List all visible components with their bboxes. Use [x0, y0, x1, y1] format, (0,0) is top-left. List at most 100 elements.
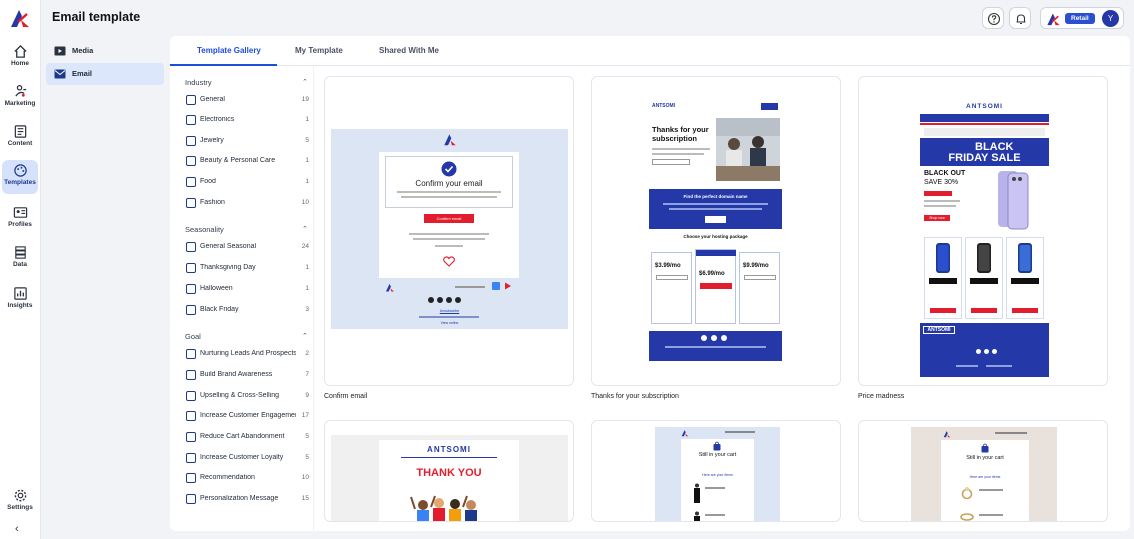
- preview-link: Unsubscribe: [439, 309, 460, 313]
- app-logo[interactable]: [9, 8, 31, 30]
- checkbox[interactable]: [186, 115, 196, 125]
- nav-content[interactable]: Content: [2, 121, 38, 155]
- template-card[interactable]: Confirm your email Confirm email Unsubsc…: [324, 76, 574, 386]
- account-badge: Retail: [1065, 13, 1095, 24]
- nav-home[interactable]: Home: [2, 41, 38, 75]
- filter-count: 1: [305, 157, 309, 164]
- template-preview: ANTSOMI BLACK FRIDAY SALE BLACK OUT SAVE…: [920, 101, 1049, 377]
- checkbox[interactable]: [186, 391, 196, 401]
- nav-label: Home: [10, 60, 30, 67]
- template-card[interactable]: Still in your cart Here are your items: [591, 420, 841, 522]
- checkbox[interactable]: [186, 432, 196, 442]
- filter-count: 1: [305, 285, 309, 292]
- checkbox[interactable]: [186, 284, 196, 294]
- filter-item[interactable]: General Seasonal 24: [186, 242, 309, 254]
- content-icon: [14, 125, 26, 138]
- nav-insights[interactable]: Insights: [2, 283, 38, 317]
- collapse-sidebar-button[interactable]: ‹: [15, 523, 19, 535]
- filter-item[interactable]: Beauty & Personal Care 1: [186, 156, 309, 168]
- filter-item[interactable]: Recommendation 10: [186, 473, 309, 485]
- filter-item[interactable]: Upselling & Cross-Selling 9: [186, 391, 309, 403]
- checkbox[interactable]: [186, 494, 196, 504]
- template-card[interactable]: ANTSOMI BLACK FRIDAY SALE BLACK OUT SAVE…: [858, 76, 1108, 386]
- filter-count: 9: [305, 392, 309, 399]
- preview-brand: ANTSOMI: [652, 103, 676, 109]
- subnav-media[interactable]: Media: [46, 40, 164, 62]
- filter-item[interactable]: Fashion 10: [186, 198, 309, 210]
- filter-item[interactable]: Increase Customer Engagement 17: [186, 411, 309, 423]
- template-preview: Still in your cart Here are your items: [655, 427, 780, 521]
- filter-item[interactable]: Personalization Message 15: [186, 494, 309, 506]
- preview-heading: Thanks for your subscription: [652, 125, 709, 143]
- filter-item[interactable]: Increase Customer Loyalty 5: [186, 453, 309, 465]
- checkbox[interactable]: [186, 305, 196, 315]
- filter-item[interactable]: Nurturing Leads And Prospects 2: [186, 349, 309, 361]
- active-tab-indicator: [170, 64, 277, 66]
- chevron-up-icon[interactable]: ⌃: [302, 78, 308, 86]
- shopping-bag-icon: [713, 441, 721, 451]
- checkbox[interactable]: [186, 136, 196, 146]
- nav-label: Data: [12, 261, 28, 268]
- avatar[interactable]: Y: [1102, 10, 1119, 27]
- brand-logo-icon: [1047, 13, 1060, 26]
- filter-count: 19: [301, 96, 309, 103]
- filter-section-goal: Goal: [185, 332, 201, 341]
- checkbox[interactable]: [186, 263, 196, 273]
- nav-data[interactable]: Data: [2, 242, 38, 276]
- ring-image: [961, 487, 973, 500]
- tab-template-gallery[interactable]: Template Gallery: [197, 46, 261, 55]
- notifications-button[interactable]: [1009, 7, 1031, 29]
- filter-name: Increase Customer Loyalty: [200, 454, 284, 461]
- nav-settings[interactable]: Settings: [2, 485, 38, 519]
- filter-item[interactable]: Thanksgiving Day 1: [186, 263, 309, 275]
- tab-my-template[interactable]: My Template: [295, 46, 343, 55]
- filter-count: 5: [305, 454, 309, 461]
- check-circle-icon: [441, 161, 457, 177]
- subnav-label: Email: [72, 69, 93, 78]
- filter-name: Nurturing Leads And Prospects: [200, 350, 296, 357]
- checkbox[interactable]: [186, 242, 196, 252]
- preview-price: $9.99/mo: [743, 263, 769, 269]
- filter-item[interactable]: Food 1: [186, 177, 309, 189]
- checkbox[interactable]: [186, 453, 196, 463]
- checkbox[interactable]: [186, 411, 196, 421]
- subnav-email[interactable]: Email: [46, 63, 164, 85]
- template-card[interactable]: ANTSOMI THANK YOU: [324, 420, 574, 522]
- subnav-label: Media: [72, 46, 94, 55]
- nav-label: Insights: [7, 302, 33, 309]
- template-preview: ANTSOMI THANK YOU: [331, 435, 568, 521]
- chevron-up-icon[interactable]: ⌃: [302, 332, 308, 340]
- nav-marketing[interactable]: Marketing: [2, 81, 38, 115]
- brand-logo-icon: [444, 134, 456, 146]
- nav-label: Profiles: [8, 221, 32, 228]
- nav-label: Settings: [7, 504, 33, 511]
- template-card[interactable]: ANTSOMI Thanks for your subscription Fin…: [591, 76, 841, 386]
- tab-shared-with-me[interactable]: Shared With Me: [379, 46, 439, 55]
- account-switcher[interactable]: Retail Y: [1040, 7, 1124, 29]
- top-header: Email template: [41, 0, 1134, 36]
- home-icon: [13, 44, 27, 58]
- filter-item[interactable]: Halloween 1: [186, 284, 309, 296]
- template-card[interactable]: Still in your cart Here are your items: [858, 420, 1108, 522]
- filter-item[interactable]: Build Brand Awareness 7: [186, 370, 309, 382]
- filter-item[interactable]: Electronics 1: [186, 115, 309, 127]
- filter-item[interactable]: Reduce Cart Abandonment 5: [186, 432, 309, 444]
- checkbox[interactable]: [186, 473, 196, 483]
- nav-profiles[interactable]: Profiles: [2, 202, 38, 236]
- help-button[interactable]: [982, 7, 1004, 29]
- checkbox[interactable]: [186, 349, 196, 359]
- checkbox[interactable]: [186, 198, 196, 208]
- filter-item[interactable]: Black Friday 3: [186, 305, 309, 317]
- checkbox[interactable]: [186, 177, 196, 187]
- filter-item[interactable]: Jewelry 5: [186, 136, 309, 148]
- filter-name: Fashion: [200, 199, 225, 206]
- filter-item[interactable]: General 19: [186, 95, 309, 107]
- checkbox[interactable]: [186, 370, 196, 380]
- product-image: [694, 511, 700, 521]
- chevron-up-icon[interactable]: ⌃: [302, 225, 308, 233]
- nav-templates[interactable]: Templates: [2, 160, 38, 194]
- checkbox[interactable]: [186, 95, 196, 105]
- preview-section: Choose your hosting package: [683, 234, 748, 239]
- checkbox[interactable]: [186, 156, 196, 166]
- preview-section: Find the perfect domain name: [683, 194, 748, 199]
